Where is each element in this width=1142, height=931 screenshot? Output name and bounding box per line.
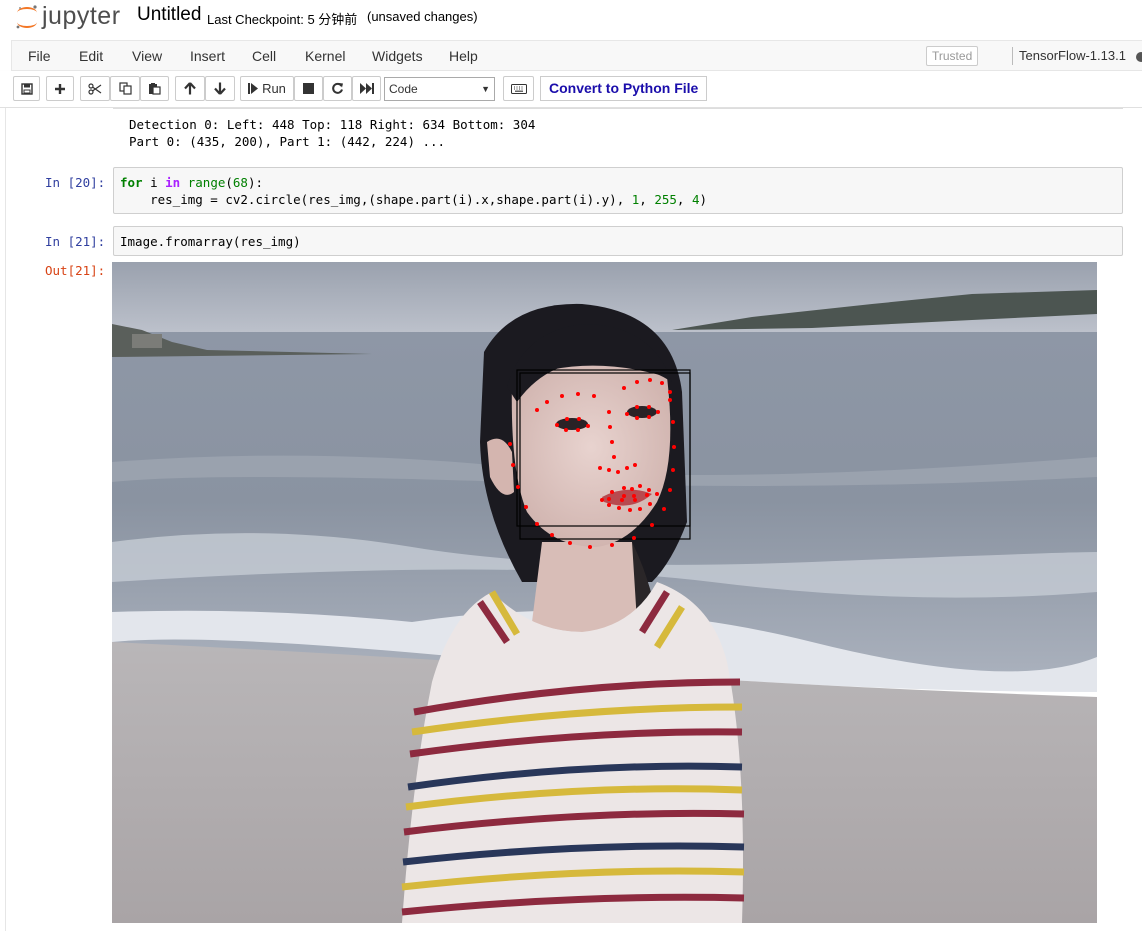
detection-output-line: Detection 0: Left: 448 Top: 118 Right: 6…	[129, 117, 536, 132]
fast-forward-icon	[359, 83, 374, 94]
toolbar: Run Code ▼ Convert to Python File	[0, 71, 1142, 108]
paste-icon	[149, 83, 161, 95]
code-circle-call: res_img = cv2.circle(res_img,(shape.part…	[120, 192, 632, 207]
cell-21-code-line: Image.fromarray(res_img)	[120, 234, 301, 249]
notebook-name[interactable]: Untitled	[137, 4, 201, 26]
kernel-separator	[1012, 47, 1013, 65]
menu-widgets[interactable]: Widgets	[372, 48, 423, 64]
restart-run-all-button[interactable]	[352, 76, 381, 101]
output-image	[112, 262, 1097, 923]
copy-icon	[118, 82, 132, 95]
menu-insert[interactable]: Insert	[190, 48, 225, 64]
move-up-button[interactable]	[175, 76, 205, 101]
interrupt-button[interactable]	[294, 76, 323, 101]
autosave-status: (unsaved changes)	[367, 9, 478, 24]
trusted-indicator[interactable]: Trusted	[926, 46, 979, 66]
menu-cell[interactable]: Cell	[252, 48, 276, 64]
cell-21-prompt: In [21]:	[45, 234, 106, 249]
jupyter-logo-text: jupyter	[42, 2, 121, 30]
code-sep: ,	[639, 192, 655, 207]
jupyter-logo-icon	[16, 5, 37, 29]
jupyter-logo[interactable]: jupyter	[14, 2, 126, 32]
header: jupyter Untitled Last Checkpoint: 5 分钟前 …	[0, 0, 1142, 38]
cell-20-prompt: In [20]:	[45, 175, 106, 190]
menu-view[interactable]: View	[132, 48, 162, 64]
code-range-args: (68):	[225, 175, 264, 190]
stop-icon	[303, 83, 314, 94]
plus-icon	[55, 83, 65, 94]
code-var: i	[142, 175, 166, 190]
keyboard-icon	[510, 83, 527, 94]
cell-type-value: Code	[389, 82, 418, 96]
save-button[interactable]	[13, 76, 40, 101]
menubar: File Edit View Insert Cell Kernel Widget…	[11, 40, 1142, 71]
refresh-icon	[332, 82, 343, 94]
cell-21-input[interactable]: Image.fromarray(res_img)	[113, 226, 1123, 256]
keyword-for: for	[120, 175, 143, 190]
cell-20-input[interactable]: for i in range(68): res_img = cv2.circle…	[113, 167, 1123, 214]
menu-file[interactable]: File	[28, 48, 51, 64]
beach-portrait-image	[112, 262, 1097, 923]
command-palette-button[interactable]	[503, 76, 534, 101]
builtin-range: range	[180, 175, 226, 190]
caret-down-icon: ▼	[481, 84, 490, 94]
page-left-border	[5, 108, 6, 931]
move-down-button[interactable]	[205, 76, 235, 101]
code-sep: ,	[676, 192, 692, 207]
code-number-thickness: 4	[691, 192, 700, 207]
save-icon	[20, 82, 33, 95]
cell-type-select[interactable]: Code ▼	[384, 77, 495, 101]
notebook-area: Detection 0: Left: 448 Top: 118 Right: 6…	[0, 108, 1142, 931]
code-number-68: 68	[232, 175, 248, 190]
menu-edit[interactable]: Edit	[79, 48, 103, 64]
paste-button[interactable]	[140, 76, 169, 101]
cell-20-code-line-2: res_img = cv2.circle(res_img,(shape.part…	[120, 192, 707, 207]
previous-output-border	[113, 108, 1123, 109]
run-button[interactable]: Run	[240, 76, 294, 101]
cell-21-output-prompt: Out[21]:	[45, 263, 106, 278]
cell-20-code-line-1: for i in range(68):	[120, 175, 263, 190]
step-forward-icon	[248, 83, 259, 94]
code-close: )	[699, 192, 708, 207]
kernel-name[interactable]: TensorFlow-1.13.1	[1019, 48, 1126, 63]
convert-to-python-button[interactable]: Convert to Python File	[540, 76, 708, 101]
copy-button[interactable]	[110, 76, 140, 101]
keyword-in: in	[165, 175, 181, 190]
menu-kernel[interactable]: Kernel	[305, 48, 345, 64]
insert-cell-button[interactable]	[46, 76, 74, 101]
arrow-down-icon	[214, 82, 226, 95]
parts-output-line: Part 0: (435, 200), Part 1: (442, 224) .…	[129, 134, 446, 149]
checkpoint-status: Last Checkpoint: 5 分钟前	[207, 12, 358, 27]
cut-button[interactable]	[80, 76, 110, 101]
arrow-up-icon	[184, 82, 196, 95]
restart-button[interactable]	[323, 76, 352, 101]
code-number-color: 255	[654, 192, 677, 207]
menu-help[interactable]: Help	[449, 48, 478, 64]
run-label: Run	[262, 81, 286, 96]
kernel-status-icon	[1136, 52, 1142, 62]
scissors-icon	[88, 82, 102, 95]
